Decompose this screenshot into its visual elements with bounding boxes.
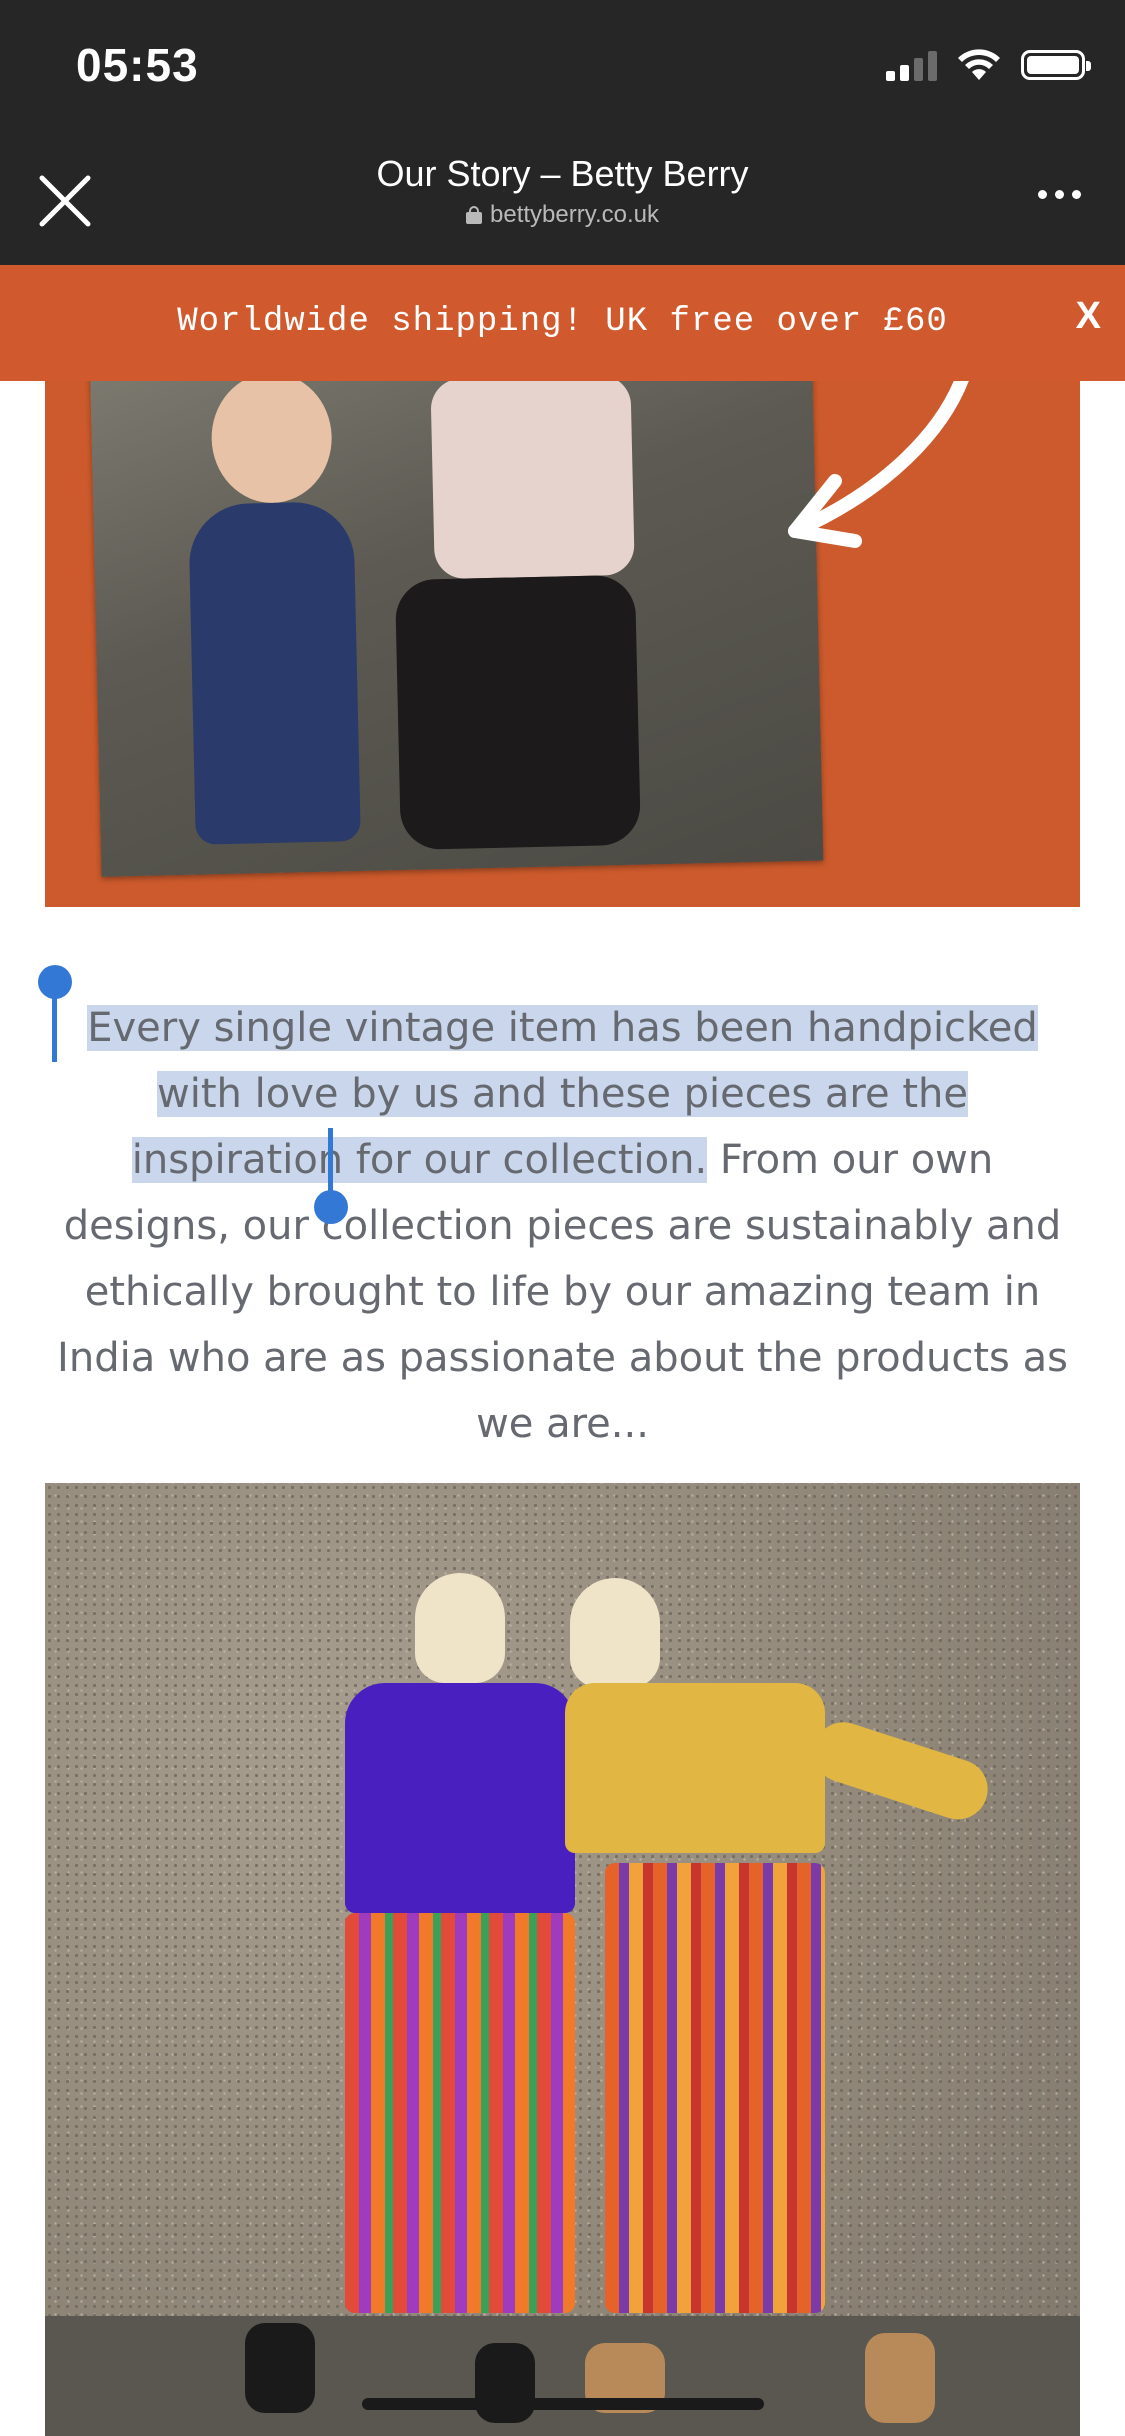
selection-end-handle[interactable]: [314, 1190, 348, 1224]
selection-end-bar: [328, 1128, 333, 1198]
signal-icon: [886, 49, 937, 81]
story-paragraph: Every single vintage item has been handp…: [45, 995, 1080, 1457]
selection-start-bar: [52, 990, 57, 1062]
announcement-bar: Worldwide shipping! UK free over £60 X: [0, 265, 1125, 381]
lock-icon: [466, 206, 483, 224]
paragraph-text: From our own designs, our collection pie…: [57, 1137, 1068, 1447]
home-indicator[interactable]: [362, 2398, 764, 2410]
browser-title-area: Our Story – Betty Berry bettyberry.co.uk: [0, 153, 1125, 229]
page-title: Our Story – Betty Berry: [376, 153, 749, 194]
url-display[interactable]: bettyberry.co.uk: [466, 201, 659, 229]
battery-icon: [1021, 50, 1091, 80]
announcement-close-button[interactable]: X: [1076, 295, 1101, 338]
status-icons: [886, 48, 1091, 82]
announcement-text: Worldwide shipping! UK free over £60: [177, 303, 948, 341]
domain-label: bettyberry.co.uk: [490, 201, 659, 228]
model-right: [570, 1578, 660, 1688]
model-left: [415, 1573, 505, 1683]
arrow-illustration: [788, 381, 969, 548]
status-bar: 05:53: [0, 0, 1125, 135]
models-photo-image: [45, 1483, 1080, 2436]
vintage-photo-image: [45, 381, 1080, 907]
status-time: 05:53: [76, 39, 199, 91]
more-icon[interactable]: [1038, 190, 1081, 199]
wifi-icon: [958, 49, 1000, 80]
browser-navbar: Our Story – Betty Berry bettyberry.co.uk: [0, 135, 1125, 265]
